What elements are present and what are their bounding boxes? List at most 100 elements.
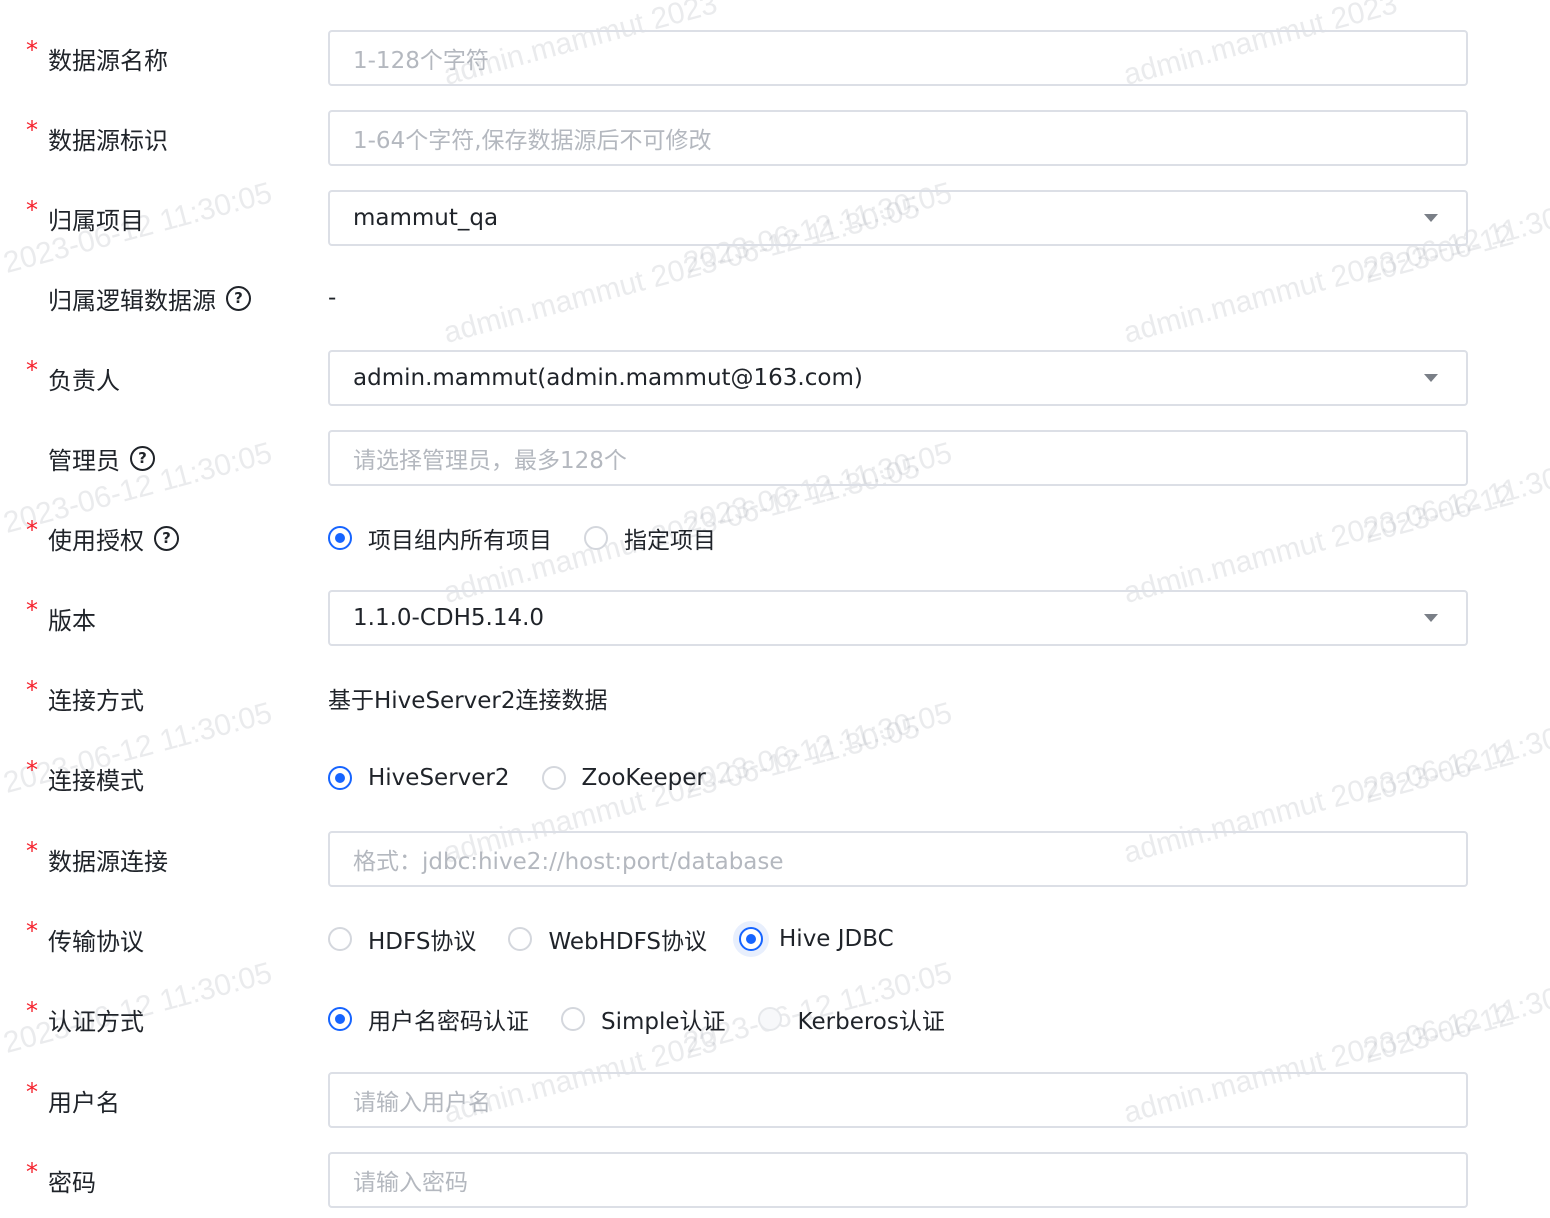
authorization-radio-group: 项目组内所有项目 指定项目 (328, 510, 748, 566)
caret-down-icon[interactable] (1424, 374, 1438, 382)
radio-checked-icon[interactable] (328, 1007, 352, 1031)
radio-simple[interactable]: Simple认证 (561, 1002, 726, 1036)
form-row-auth-type: * 认证方式 用户名密码认证 Simple认证 Kerberos认证 (0, 991, 1550, 1047)
field-label-identifier: 数据源标识 (48, 126, 168, 155)
required-mark: * (26, 196, 38, 224)
field-label-admins: 管理员 ? (48, 430, 155, 486)
radio-label: WebHDFS协议 (548, 929, 708, 955)
required-mark: * (26, 756, 38, 784)
authorization-label-text: 使用授权 (48, 526, 144, 555)
caret-down-icon[interactable] (1424, 614, 1438, 622)
question-circle-icon[interactable]: ? (226, 285, 251, 311)
identifier-placeholder: 1-64个字符,保存数据源后不可修改 (353, 128, 712, 154)
field-label-auth-type: 认证方式 (48, 1007, 144, 1036)
owner-select-value: admin.mammut(admin.mammut@163.com) (353, 365, 863, 391)
required-mark: * (26, 1158, 38, 1186)
radio-hdfs[interactable]: HDFS协议 (328, 922, 476, 956)
logical-source-label-text: 归属逻辑数据源 (48, 286, 216, 315)
field-label-protocol: 传输协议 (48, 927, 144, 956)
radio-checked-icon[interactable] (328, 526, 352, 550)
form-row-connection-url: * 数据源连接 格式：jdbc:hive2://host:port/databa… (0, 831, 1550, 887)
form-row-owner: * 负责人 admin.mammut(admin.mammut@163.com) (0, 350, 1550, 406)
owner-select[interactable]: admin.mammut(admin.mammut@163.com) (328, 350, 1468, 406)
radio-label: Kerberos认证 (797, 1009, 945, 1035)
password-input[interactable]: 请输入密码 (328, 1152, 1468, 1208)
radio-webhdfs[interactable]: WebHDFS协议 (508, 922, 707, 956)
version-select-value: 1.1.0-CDH5.14.0 (353, 605, 545, 631)
required-mark: * (26, 356, 38, 384)
connection-url-input[interactable]: 格式：jdbc:hive2://host:port/database (328, 831, 1468, 887)
field-label-connection-url: 数据源连接 (48, 847, 168, 876)
protocol-radio-group: HDFS协议 WebHDFS协议 Hive JDBC (328, 911, 926, 967)
form-row-project: * 归属项目 mammut_qa (0, 190, 1550, 246)
auth-type-radio-group: 用户名密码认证 Simple认证 Kerberos认证 (328, 991, 977, 1047)
required-mark: * (26, 116, 38, 144)
admins-label-text: 管理员 (48, 446, 120, 475)
name-placeholder: 1-128个字符 (353, 48, 489, 74)
password-placeholder: 请输入密码 (353, 1170, 468, 1196)
radio-disabled-icon[interactable] (757, 1007, 782, 1031)
admins-select[interactable]: 请选择管理员，最多128个 (328, 430, 1468, 486)
radio-checked-icon[interactable] (739, 927, 764, 951)
caret-down-icon[interactable] (1424, 214, 1438, 222)
connection-method-value: 基于HiveServer2连接数据 (328, 688, 608, 714)
field-label-connection-method: 连接方式 (48, 686, 144, 715)
form-row-version: * 版本 1.1.0-CDH5.14.0 (0, 590, 1550, 646)
radio-zookeeper[interactable]: ZooKeeper (541, 765, 706, 791)
connection-url-placeholder: 格式：jdbc:hive2://host:port/database (353, 849, 784, 875)
field-label-username: 用户名 (48, 1088, 120, 1117)
radio-checked-icon[interactable] (328, 766, 352, 790)
field-label-name: 数据源名称 (48, 46, 168, 75)
required-mark: * (26, 676, 38, 704)
form-row-username: * 用户名 请输入用户名 (0, 1072, 1550, 1128)
name-input[interactable]: 1-128个字符 (328, 30, 1468, 86)
question-circle-icon[interactable]: ? (130, 445, 155, 471)
field-label-owner: 负责人 (48, 366, 120, 395)
field-label-project: 归属项目 (48, 206, 144, 235)
radio-unchecked-icon[interactable] (584, 526, 608, 550)
required-mark: * (26, 596, 38, 624)
radio-hive-jdbc[interactable]: Hive JDBC (739, 926, 894, 952)
field-label-authorization: 使用授权 ? (48, 510, 179, 566)
required-mark: * (26, 917, 38, 945)
required-mark: * (26, 516, 38, 544)
username-input[interactable]: 请输入用户名 (328, 1072, 1468, 1128)
version-select[interactable]: 1.1.0-CDH5.14.0 (328, 590, 1468, 646)
radio-unchecked-icon[interactable] (328, 927, 352, 951)
radio-label: Simple认证 (601, 1009, 726, 1035)
radio-label: 指定项目 (624, 528, 716, 554)
datasource-form: admin.mammut 2023 admin.mammut 2023 2023… (0, 0, 1550, 1218)
form-row-password: * 密码 请输入密码 (0, 1152, 1550, 1208)
radio-unchecked-icon[interactable] (561, 1007, 585, 1031)
radio-label: Hive JDBC (779, 926, 894, 952)
field-label-password: 密码 (48, 1168, 96, 1197)
radio-all-projects[interactable]: 项目组内所有项目 (328, 521, 552, 555)
logical-source-value: - (328, 285, 337, 311)
required-mark: * (26, 837, 38, 865)
username-placeholder: 请输入用户名 (353, 1090, 491, 1116)
form-row-connection-method: * 连接方式 基于HiveServer2连接数据 (0, 670, 1550, 726)
form-row-protocol: * 传输协议 HDFS协议 WebHDFS协议 Hive JDBC (0, 911, 1550, 967)
required-mark: * (26, 36, 38, 64)
radio-hiveserver2[interactable]: HiveServer2 (328, 765, 510, 791)
admins-placeholder: 请选择管理员，最多128个 (353, 448, 627, 474)
radio-unchecked-icon[interactable] (541, 766, 566, 790)
project-select[interactable]: mammut_qa (328, 190, 1468, 246)
required-mark: * (26, 1078, 38, 1106)
project-select-value: mammut_qa (353, 205, 499, 231)
field-label-version: 版本 (48, 606, 96, 635)
form-row-logical-source: 归属逻辑数据源 ? - (0, 270, 1550, 326)
radio-username-password[interactable]: 用户名密码认证 (328, 1002, 529, 1036)
radio-label: HDFS协议 (368, 929, 477, 955)
identifier-input[interactable]: 1-64个字符,保存数据源后不可修改 (328, 110, 1468, 166)
question-circle-icon[interactable]: ? (154, 525, 179, 551)
radio-label: 用户名密码认证 (368, 1009, 529, 1035)
radio-kerberos[interactable]: Kerberos认证 (757, 1002, 945, 1036)
form-row-authorization: * 使用授权 ? 项目组内所有项目 指定项目 (0, 510, 1550, 566)
form-row-connection-mode: * 连接模式 HiveServer2 ZooKeeper (0, 750, 1550, 806)
radio-label: HiveServer2 (368, 765, 510, 791)
radio-unchecked-icon[interactable] (508, 927, 533, 951)
form-row-identifier: * 数据源标识 1-64个字符,保存数据源后不可修改 (0, 110, 1550, 166)
field-label-connection-mode: 连接模式 (48, 766, 144, 795)
radio-specified-project[interactable]: 指定项目 (584, 521, 716, 555)
